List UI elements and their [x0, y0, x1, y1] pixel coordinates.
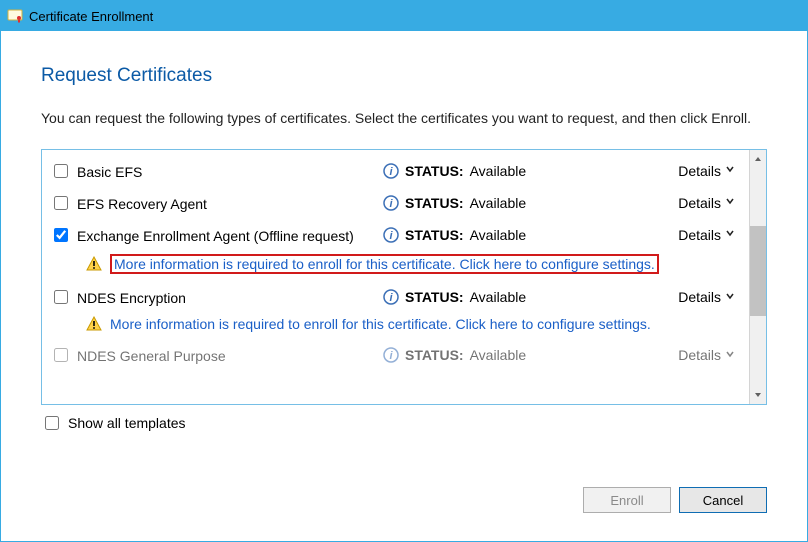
- details-toggle[interactable]: Details: [678, 163, 741, 179]
- certificate-icon: [7, 8, 23, 24]
- template-status: i STATUS: Available: [383, 227, 593, 243]
- template-name: EFS Recovery Agent: [77, 195, 377, 213]
- scroll-down-arrow[interactable]: [750, 386, 766, 404]
- show-all-templates-row: Show all templates: [41, 405, 767, 433]
- template-row: NDES General Purpose i STATUS: Available Det…: [46, 340, 745, 372]
- status-value: Available: [470, 195, 527, 211]
- template-name: Exchange Enrollment Agent (Offline reque…: [77, 227, 377, 245]
- info-icon: i: [383, 289, 399, 305]
- details-label: Details: [678, 289, 721, 305]
- details-label: Details: [678, 347, 721, 363]
- configure-settings-link[interactable]: More information is required to enroll f…: [110, 316, 651, 332]
- status-value: Available: [470, 227, 527, 243]
- template-checkbox[interactable]: [54, 228, 68, 242]
- template-checkbox[interactable]: [54, 196, 68, 210]
- cancel-button[interactable]: Cancel: [679, 487, 767, 513]
- details-toggle[interactable]: Details: [678, 289, 741, 305]
- info-icon: i: [383, 227, 399, 243]
- template-checkbox[interactable]: [54, 164, 68, 178]
- status-value: Available: [470, 289, 527, 305]
- warning-icon: [86, 316, 102, 332]
- info-icon: i: [383, 347, 399, 363]
- template-name: Basic EFS: [77, 163, 377, 181]
- status-prefix: STATUS:: [405, 195, 464, 211]
- template-status: i STATUS: Available: [383, 347, 593, 363]
- details-label: Details: [678, 227, 721, 243]
- details-toggle[interactable]: Details: [678, 195, 741, 211]
- titlebar[interactable]: Certificate Enrollment: [1, 1, 807, 31]
- status-prefix: STATUS:: [405, 289, 464, 305]
- status-value: Available: [470, 163, 527, 179]
- template-checkbox[interactable]: [54, 290, 68, 304]
- show-all-label[interactable]: Show all templates: [68, 415, 186, 431]
- template-row: Exchange Enrollment Agent (Offline reque…: [46, 220, 745, 252]
- template-name: NDES Encryption: [77, 289, 377, 307]
- template-info-row: More information is required to enroll f…: [46, 314, 745, 340]
- info-icon: i: [383, 195, 399, 211]
- status-prefix: STATUS:: [405, 347, 464, 363]
- window-title: Certificate Enrollment: [29, 9, 153, 24]
- show-all-checkbox[interactable]: [45, 416, 59, 430]
- section-title: Request Certificates: [41, 65, 767, 87]
- certificate-list: Basic EFSiSTATUS:AvailableDetailsEFS Rec…: [41, 149, 767, 405]
- details-label: Details: [678, 163, 721, 179]
- scrollbar[interactable]: [749, 150, 766, 404]
- scroll-up-arrow[interactable]: [750, 150, 766, 168]
- scroll-thumb[interactable]: [750, 226, 766, 316]
- details-toggle[interactable]: Details: [678, 347, 741, 363]
- scroll-track[interactable]: [750, 168, 766, 386]
- template-name: NDES General Purpose: [77, 347, 377, 365]
- certificate-list-viewport: Basic EFSiSTATUS:AvailableDetailsEFS Rec…: [42, 150, 749, 404]
- warning-icon: [86, 256, 102, 272]
- template-checkbox[interactable]: [54, 348, 68, 362]
- chevron-down-icon: [725, 196, 735, 209]
- dialog-window: Certificate Enrollment Request Certifica…: [0, 0, 808, 542]
- chevron-down-icon: [725, 228, 735, 241]
- details-toggle[interactable]: Details: [678, 227, 741, 243]
- template-row: NDES Encryption i STATUS: Available Details: [46, 282, 745, 314]
- enroll-button[interactable]: Enroll: [583, 487, 671, 513]
- info-icon: i: [383, 163, 399, 179]
- status-prefix: STATUS:: [405, 163, 464, 179]
- configure-settings-link[interactable]: More information is required to enroll f…: [110, 254, 659, 274]
- section-description: You can request the following types of c…: [41, 109, 767, 129]
- template-status: i STATUS: Available: [383, 195, 593, 211]
- template-info-row: More information is required to enroll f…: [46, 252, 745, 282]
- button-row: Enroll Cancel: [41, 471, 767, 513]
- template-status: i STATUS: Available: [383, 163, 593, 179]
- status-prefix: STATUS:: [405, 227, 464, 243]
- chevron-down-icon: [725, 164, 735, 177]
- details-label: Details: [678, 195, 721, 211]
- template-row: EFS Recovery Agent i STATUS: Available Detai…: [46, 188, 745, 220]
- template-row: Basic EFS i STATUS: Available Details: [46, 156, 745, 188]
- chevron-down-icon: [725, 291, 735, 304]
- client-area: Request Certificates You can request the…: [1, 31, 807, 541]
- template-status: i STATUS: Available: [383, 289, 593, 305]
- chevron-down-icon: [725, 349, 735, 362]
- status-value: Available: [470, 347, 527, 363]
